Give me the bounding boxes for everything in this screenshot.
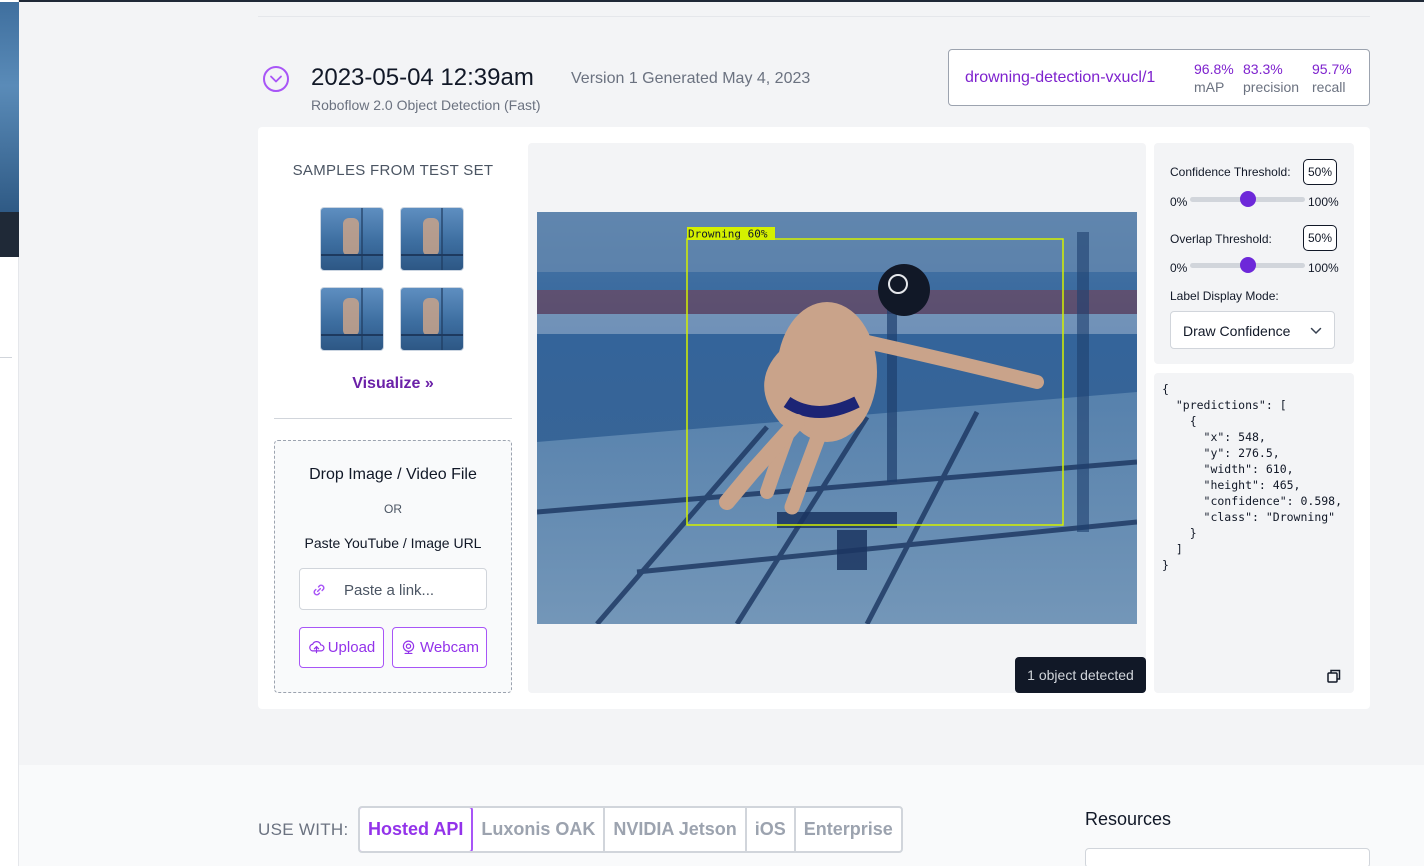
left-panel-divider bbox=[0, 357, 12, 358]
sample-thumbnail[interactable] bbox=[400, 287, 464, 351]
use-with-label: USE WITH: bbox=[258, 820, 349, 839]
detection-label: Drowning 60% bbox=[688, 228, 768, 241]
visualize-label: Visualize bbox=[352, 375, 421, 392]
double-chevron-right-icon: » bbox=[424, 375, 434, 392]
overlap-threshold-value[interactable]: 50% bbox=[1303, 225, 1337, 251]
deployment-tabs: Hosted API Luxonis OAK NVIDIA Jetson iOS Ent… bbox=[358, 806, 903, 853]
top-border bbox=[0, 0, 1424, 2]
overlap-slider-max: 100% bbox=[1308, 261, 1339, 275]
tab-luxonis-oak[interactable]: Luxonis OAK bbox=[473, 808, 606, 851]
detection-count-badge: 1 object detected bbox=[1015, 657, 1146, 693]
resources-title: Resources bbox=[1085, 809, 1172, 829]
dropzone-title: Drop Image / Video File bbox=[309, 466, 477, 483]
webcam-button[interactable]: Webcam bbox=[392, 627, 487, 668]
tab-enterprise[interactable]: Enterprise bbox=[796, 808, 901, 851]
metric-recall: 95.7% recall bbox=[1312, 61, 1352, 95]
upload-cloud-icon bbox=[308, 641, 325, 654]
confidence-threshold-value[interactable]: 50% bbox=[1303, 159, 1337, 185]
overlap-slider[interactable] bbox=[1190, 257, 1305, 273]
sample-thumbnail[interactable] bbox=[320, 207, 384, 271]
sample-thumbnail[interactable] bbox=[320, 287, 384, 351]
section-divider bbox=[258, 16, 1370, 17]
resources-box bbox=[1085, 848, 1370, 866]
dropzone-paste-label: Paste YouTube / Image URL bbox=[304, 535, 482, 551]
confidence-slider-max: 100% bbox=[1308, 195, 1339, 209]
visualize-link[interactable]: Visualize » bbox=[274, 375, 512, 393]
sample-thumbnail[interactable] bbox=[400, 207, 464, 271]
confidence-slider-handle[interactable] bbox=[1239, 191, 1256, 207]
pool-photo: Drowning 60% bbox=[537, 212, 1137, 624]
overlap-threshold-label: Overlap Threshold: bbox=[1170, 232, 1272, 246]
file-dropzone[interactable]: Drop Image / Video File OR Paste YouTube… bbox=[274, 440, 512, 693]
label-display-mode-select[interactable]: Draw Confidence bbox=[1170, 311, 1335, 349]
dropzone-or: OR bbox=[384, 502, 402, 516]
upload-button[interactable]: Upload bbox=[299, 627, 384, 668]
url-input-wrapper bbox=[299, 568, 487, 610]
copy-icon[interactable] bbox=[1326, 668, 1342, 684]
metric-map: 96.8% mAP bbox=[1194, 61, 1234, 95]
webcam-label: Webcam bbox=[420, 639, 479, 656]
metric-recall-label: recall bbox=[1312, 79, 1346, 95]
left-panel-image bbox=[0, 2, 19, 212]
inference-image: Drowning 60% bbox=[537, 212, 1137, 624]
metric-precision: 83.3% precision bbox=[1243, 61, 1299, 95]
url-input[interactable] bbox=[344, 578, 480, 602]
version-subtitle: Version 1 Generated May 4, 2023 bbox=[571, 70, 811, 87]
chevron-down-icon bbox=[1310, 327, 1322, 335]
overlap-slider-min: 0% bbox=[1170, 261, 1188, 275]
json-output-panel: { "predictions": [ { "x": 548, "y": 276.… bbox=[1154, 373, 1354, 693]
metric-map-value: 96.8% bbox=[1194, 61, 1234, 77]
link-icon bbox=[313, 584, 325, 596]
metric-map-label: mAP bbox=[1194, 79, 1225, 95]
metric-precision-value: 83.3% bbox=[1243, 61, 1283, 77]
confidence-slider-min: 0% bbox=[1170, 195, 1188, 209]
inference-settings-panel: Confidence Threshold: 50% 0% 100% Overla… bbox=[1154, 143, 1354, 364]
left-panel-edge bbox=[0, 0, 19, 866]
tab-ios[interactable]: iOS bbox=[747, 808, 796, 851]
tab-hosted-api[interactable]: Hosted API bbox=[359, 808, 474, 851]
confidence-threshold-label: Confidence Threshold: bbox=[1170, 165, 1291, 179]
samples-title: SAMPLES FROM TEST SET bbox=[292, 162, 494, 179]
label-display-mode-label: Label Display Mode: bbox=[1170, 289, 1279, 303]
confidence-slider[interactable] bbox=[1190, 191, 1305, 207]
version-title: 2023-05-04 12:39am bbox=[311, 64, 534, 91]
json-output: { "predictions": [ { "x": 548, "y": 276.… bbox=[1162, 382, 1343, 572]
collapse-version-button[interactable] bbox=[263, 66, 289, 92]
tab-nvidia-jetson[interactable]: NVIDIA Jetson bbox=[605, 808, 747, 851]
model-metrics-box: drowning-detection-vxucl/1 96.8% mAP 83.… bbox=[948, 49, 1370, 106]
upload-label: Upload bbox=[327, 639, 376, 656]
samples-divider bbox=[274, 418, 512, 419]
model-type: Roboflow 2.0 Object Detection (Fast) bbox=[311, 97, 541, 113]
left-panel-dark-bar bbox=[0, 212, 19, 257]
metric-precision-label: precision bbox=[1243, 79, 1300, 95]
label-display-mode-value: Draw Confidence bbox=[1183, 323, 1291, 339]
metric-recall-value: 95.7% bbox=[1312, 61, 1352, 77]
chevron-down-icon bbox=[270, 75, 282, 83]
overlap-slider-handle[interactable] bbox=[1239, 257, 1256, 273]
webcam-icon bbox=[402, 640, 415, 655]
model-id-link[interactable]: drowning-detection-vxucl/1 bbox=[965, 69, 1155, 87]
